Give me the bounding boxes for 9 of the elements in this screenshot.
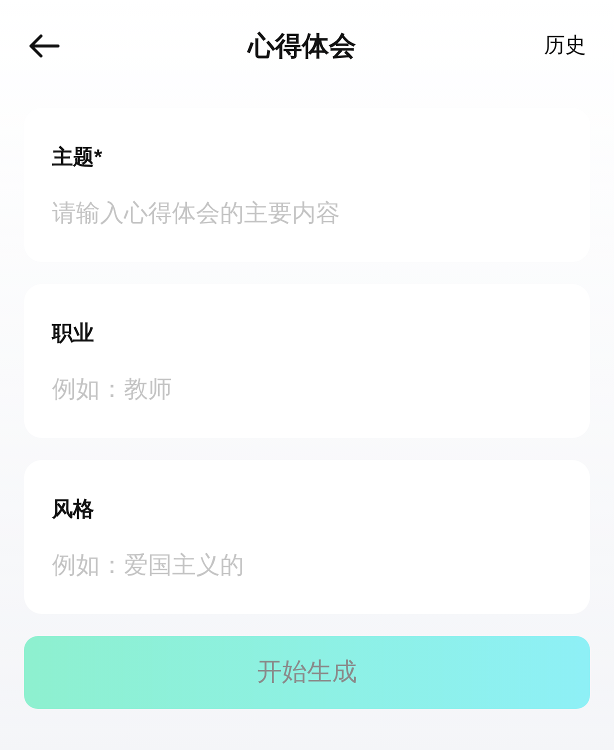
- field-label: 风格: [52, 497, 94, 523]
- input-field[interactable]: 例如：爱国主义的: [52, 548, 562, 584]
- back-icon[interactable]: [28, 34, 60, 58]
- history-link[interactable]: 历史: [544, 30, 586, 62]
- page-title: 心得体会: [248, 30, 356, 63]
- field-label: 主题*: [52, 144, 102, 171]
- input-field[interactable]: 例如：教师: [52, 372, 562, 408]
- field-label: 职业: [52, 321, 94, 347]
- input-field[interactable]: 请输入心得体会的主要内容: [52, 196, 562, 232]
